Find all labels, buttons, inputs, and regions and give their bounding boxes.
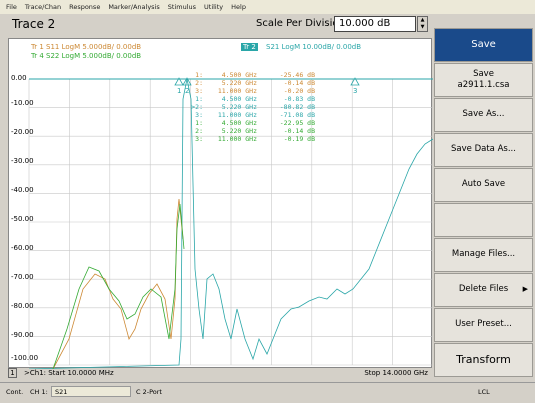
marker-frequency: 4.500 GHz bbox=[221, 71, 257, 79]
y-tick: -100.00 bbox=[11, 354, 39, 362]
marker-value: -0.14 dB bbox=[283, 79, 315, 87]
softkey-label: Save bbox=[471, 39, 496, 51]
spin-up-icon[interactable]: ▲ bbox=[418, 17, 427, 24]
stimulus-bar: 1 >Ch1: Start 10.0000 MHz Stop 14.0000 G… bbox=[8, 368, 432, 378]
marker-frequency: 11.000 GHz bbox=[217, 87, 257, 95]
y-tick: -40.00 bbox=[11, 186, 34, 194]
spin-down-icon[interactable]: ▼ bbox=[418, 24, 427, 31]
channel-number[interactable]: 1 bbox=[8, 368, 17, 378]
y-tick: -60.00 bbox=[11, 244, 34, 252]
marker-value: -0.19 dB bbox=[283, 135, 315, 143]
window-title-row: Trace 2 Scale Per Division 10.000 dB ▲ ▼ bbox=[4, 16, 432, 34]
status-remote: LCL bbox=[478, 388, 490, 396]
start-frequency[interactable]: >Ch1: Start 10.0000 MHz bbox=[24, 369, 114, 377]
menu-response[interactable]: Response bbox=[69, 3, 100, 11]
trace-4-header[interactable]: Tr 4 S22 LogM 5.000dB/ 0.00dB bbox=[31, 52, 141, 60]
marker-frequency: 4.500 GHz bbox=[221, 95, 257, 103]
y-tick: -80.00 bbox=[11, 302, 34, 310]
marker-value: -25.46 dB bbox=[279, 71, 315, 79]
softkey-label: User Preset... bbox=[455, 319, 512, 330]
status-bar: Cont. CH 1: S21 C 2-Port LCL bbox=[0, 382, 535, 403]
softkey-save-data-as[interactable]: Save Data As... bbox=[434, 133, 533, 167]
status-channel: CH 1: bbox=[30, 388, 48, 396]
menu-marker-analysis[interactable]: Marker/Analysis bbox=[108, 3, 159, 11]
submenu-arrow-icon: ▶ bbox=[522, 285, 528, 294]
marker-value: -71.08 dB bbox=[279, 111, 315, 119]
trace-1-line bbox=[52, 198, 184, 369]
softkey-label: Manage Files... bbox=[451, 249, 516, 260]
y-tick: 0.00 bbox=[11, 74, 27, 82]
softkey-save-as[interactable]: Save As... bbox=[434, 98, 533, 132]
vna-window: File Trace/Chan Response Marker/Analysis… bbox=[0, 0, 535, 403]
marker-index: 3: bbox=[195, 135, 203, 143]
marker-label: 3 bbox=[353, 87, 357, 95]
marker-index: 3: bbox=[195, 87, 203, 95]
marker-frequency: 5.220 GHz bbox=[221, 103, 257, 111]
marker-index: 1: bbox=[195, 71, 203, 79]
menu-help[interactable]: Help bbox=[231, 3, 246, 11]
sweep-mode: Cont. bbox=[6, 388, 24, 396]
measurement-window: Trace 2 Scale Per Division 10.000 dB ▲ ▼… bbox=[4, 14, 433, 378]
marker-index: 1: bbox=[195, 95, 203, 103]
marker-frequency: 11.000 GHz bbox=[217, 111, 257, 119]
marker-frequency: 5.220 GHz bbox=[221, 79, 257, 87]
trace-title: Trace 2 bbox=[12, 17, 56, 31]
softkey-delete-files[interactable]: Delete Files ▶ bbox=[434, 273, 533, 307]
scale-spinner[interactable]: ▲ ▼ bbox=[417, 16, 428, 32]
softkey-save[interactable]: Save a2911.1.csa bbox=[434, 63, 533, 97]
menu-utility[interactable]: Utility bbox=[204, 3, 223, 11]
softkey-panel: Save Save a2911.1.csa Save As... Save Data … bbox=[434, 28, 533, 378]
y-tick: -30.00 bbox=[11, 157, 34, 165]
marker-index: 2: bbox=[195, 79, 203, 87]
scale-per-division-label: Scale Per Division bbox=[256, 18, 345, 29]
marker-value: -0.83 dB bbox=[283, 95, 315, 103]
menu-file[interactable]: File bbox=[6, 3, 17, 11]
softkey-auto-save[interactable]: Auto Save bbox=[434, 168, 533, 202]
softkey-label: Transform bbox=[456, 353, 511, 367]
softkey-label: Save As... bbox=[462, 109, 505, 120]
scale-per-division-input[interactable]: 10.000 dB bbox=[334, 16, 416, 32]
marker-value: -22.95 dB bbox=[279, 119, 315, 127]
y-tick: -20.00 bbox=[11, 128, 34, 136]
marker-value: -80.82 dB bbox=[279, 103, 315, 111]
softkey-label: Delete Files bbox=[458, 284, 509, 295]
softkey-user-preset[interactable]: User Preset... bbox=[434, 308, 533, 342]
menu-trace-chan[interactable]: Trace/Chan bbox=[25, 3, 61, 11]
marker-value: -0.20 dB bbox=[283, 87, 315, 95]
menu-bar: File Trace/Chan Response Marker/Analysis… bbox=[0, 0, 535, 14]
y-tick: -10.00 bbox=[11, 99, 34, 107]
softkey-label: Save a2911.1.csa bbox=[457, 68, 510, 90]
menu-stimulus[interactable]: Stimulus bbox=[168, 3, 196, 11]
marker-index: >2: bbox=[191, 103, 203, 111]
marker-value: -0.14 dB bbox=[283, 127, 315, 135]
softkey-manage-files[interactable]: Manage Files... bbox=[434, 238, 533, 272]
stop-frequency[interactable]: Stop 14.0000 GHz bbox=[364, 369, 428, 377]
trace-plot[interactable]: 123 0.00 -10.00 -20.00 -30.00 -40.00 -50… bbox=[8, 38, 433, 369]
softkey-save[interactable]: Save bbox=[434, 28, 533, 62]
trace-1-header[interactable]: Tr 1 S11 LogM 5.000dB/ 0.00dB bbox=[31, 43, 141, 51]
softkey-transform[interactable]: Transform bbox=[434, 343, 533, 377]
marker-index: 3: bbox=[195, 111, 203, 119]
softkey-blank[interactable] bbox=[434, 203, 533, 237]
marker-frequency: 4.500 GHz bbox=[221, 119, 257, 127]
trace-2-badge[interactable]: Tr 2 bbox=[241, 43, 258, 51]
status-port: C 2-Port bbox=[136, 388, 162, 396]
y-tick: -90.00 bbox=[11, 331, 34, 339]
trace-2-header[interactable]: S21 LogM 10.00dB/ 0.00dB bbox=[266, 43, 361, 51]
marker-index: 2: bbox=[195, 127, 203, 135]
marker-frequency: 5.220 GHz bbox=[221, 127, 257, 135]
softkey-label: Auto Save bbox=[461, 179, 506, 190]
trace-4-line bbox=[52, 203, 185, 369]
y-tick: -50.00 bbox=[11, 215, 34, 223]
status-param: S21 bbox=[55, 388, 68, 396]
marker-label: 1 bbox=[177, 87, 181, 95]
marker-frequency: 11.000 GHz bbox=[217, 135, 257, 143]
y-tick: -70.00 bbox=[11, 273, 34, 281]
marker-index: 1: bbox=[195, 119, 203, 127]
softkey-label: Save Data As... bbox=[451, 144, 516, 155]
